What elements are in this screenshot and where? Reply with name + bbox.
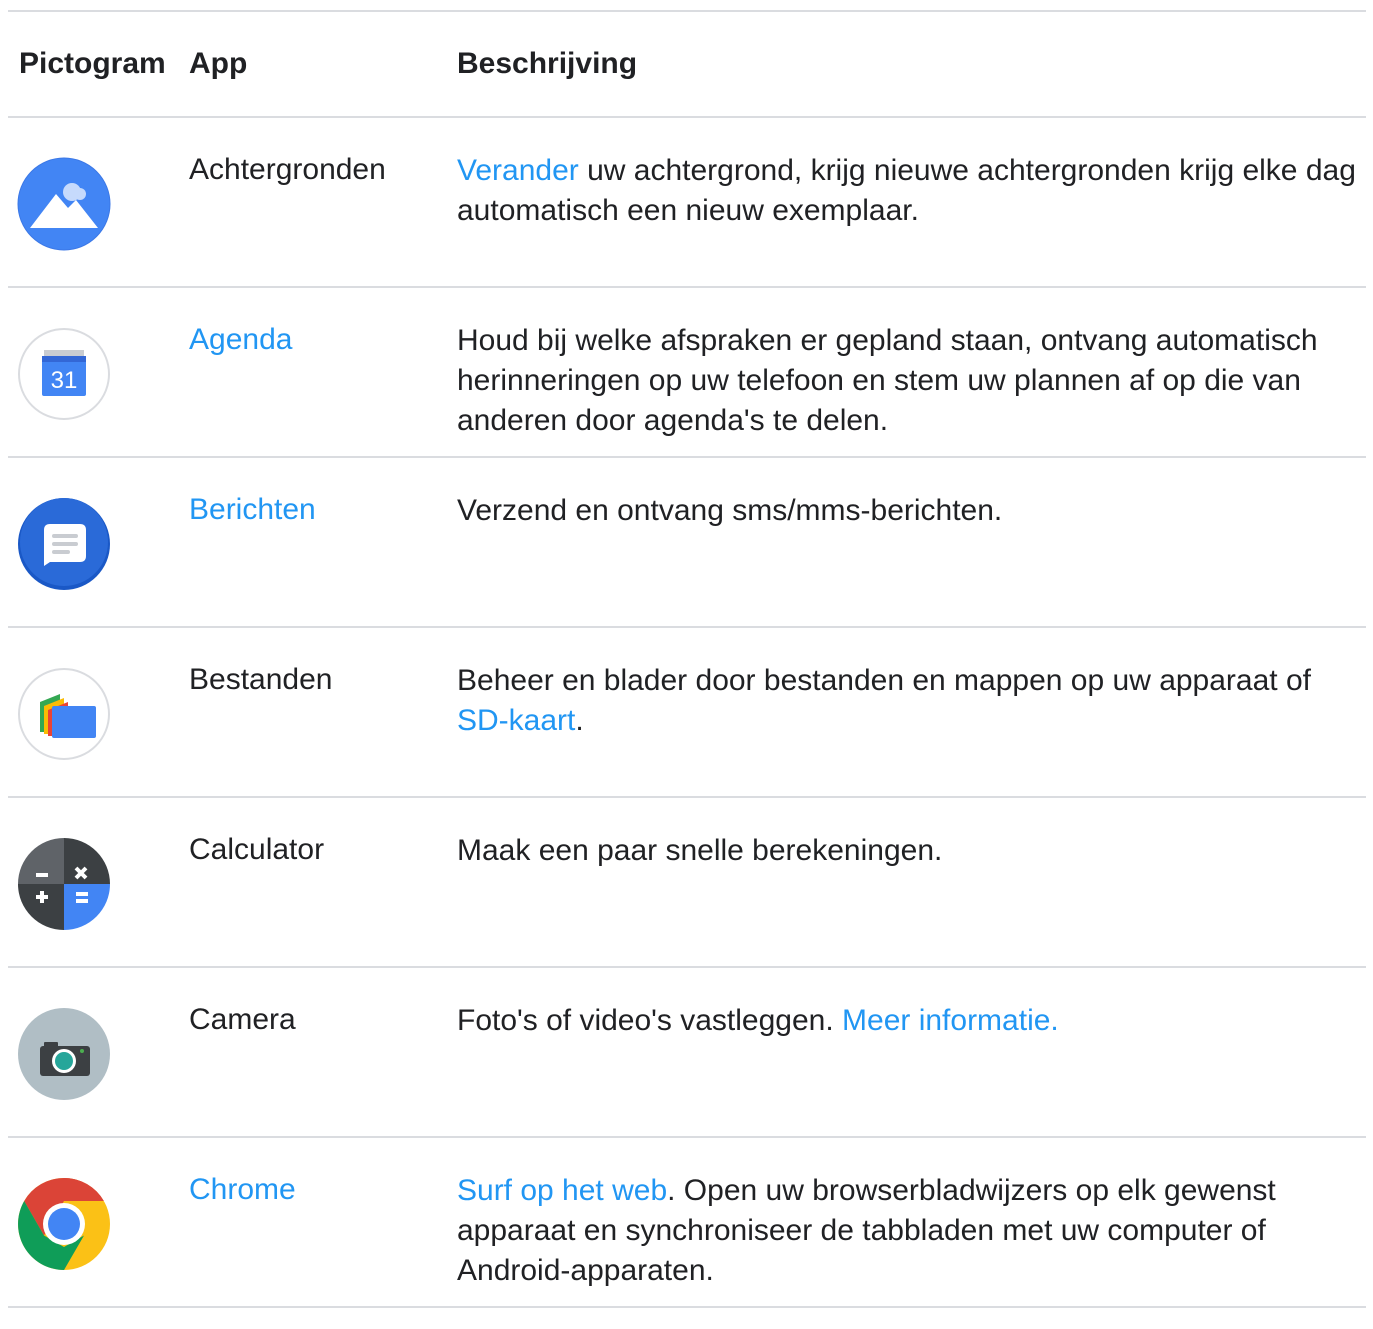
app-link-agenda[interactable]: Agenda <box>189 323 292 356</box>
app-name: Bestanden <box>189 663 333 696</box>
app-name: Calculator <box>189 833 325 866</box>
change-wallpaper-link[interactable]: Verander <box>457 154 579 187</box>
table-row: 31 Agenda Houd bij welke afspraken er ge… <box>8 288 1366 458</box>
surf-web-link[interactable]: Surf op het web <box>457 1174 667 1207</box>
table-row: Camera Foto's of video's vastleggen. Mee… <box>8 968 1366 1138</box>
header-description: Beschrijving <box>457 47 638 80</box>
description-text-end: . <box>575 704 584 737</box>
files-icon <box>16 666 112 762</box>
table-row: Achtergronden Verander uw achtergrond, k… <box>8 118 1366 288</box>
more-info-link[interactable]: Meer informatie. <box>842 1004 1059 1037</box>
description-text: uw achtergrond, krijg nieuwe achtergrond… <box>457 154 1356 227</box>
description-text: Foto's of video's vastleggen. <box>457 1004 843 1037</box>
header-icon: Pictogram <box>19 47 166 80</box>
app-name: Chrome <box>189 1171 296 1209</box>
app-link-berichten[interactable]: Berichten <box>189 493 316 526</box>
camera-icon <box>16 1006 112 1102</box>
app-name: Berichten <box>189 491 316 529</box>
table-row: Bestanden Beheer en blader door bestande… <box>8 628 1366 798</box>
calculator-icon <box>16 836 112 932</box>
app-description: Houd bij welke afspraken er gepland staa… <box>457 324 1318 437</box>
app-description: Verzend en ontvang sms/mms-berichten. <box>457 494 1003 527</box>
wallpapers-icon <box>16 156 112 252</box>
table-row: Berichten Verzend en ontvang sms/mms-ber… <box>8 458 1366 628</box>
app-description: Surf op het web. Open uw browserbladwijz… <box>457 1171 1362 1291</box>
app-name: Camera <box>189 1003 296 1036</box>
description-text: Beheer en blader door bestanden en mappe… <box>457 664 1311 697</box>
chrome-icon <box>16 1176 112 1272</box>
app-description: Beheer en blader door bestanden en mappe… <box>457 661 1362 741</box>
app-description: Verander uw achtergrond, krijg nieuwe ac… <box>457 151 1362 231</box>
app-name: Achtergronden <box>189 153 386 186</box>
table-row: Calculator Maak een paar snelle berekeni… <box>8 798 1366 968</box>
header-app: App <box>189 47 248 80</box>
calendar-icon: 31 <box>16 326 112 422</box>
messages-icon <box>16 496 112 592</box>
app-description: Foto's of video's vastleggen. Meer infor… <box>457 1001 1362 1041</box>
app-link-chrome[interactable]: Chrome <box>189 1173 296 1206</box>
app-name: Agenda <box>189 321 292 359</box>
calendar-day: 31 <box>51 367 78 394</box>
page: Pictogram App Beschrijving Achtergronden… <box>0 0 1373 1329</box>
table-header-row: Pictogram App Beschrijving <box>8 12 1366 118</box>
app-description: Maak een paar snelle berekeningen. <box>457 834 943 867</box>
table-row: Chrome Surf op het web. Open uw browserb… <box>8 1138 1366 1308</box>
apps-table: Pictogram App Beschrijving Achtergronden… <box>8 10 1366 1308</box>
sd-card-link[interactable]: SD-kaart <box>457 704 575 737</box>
